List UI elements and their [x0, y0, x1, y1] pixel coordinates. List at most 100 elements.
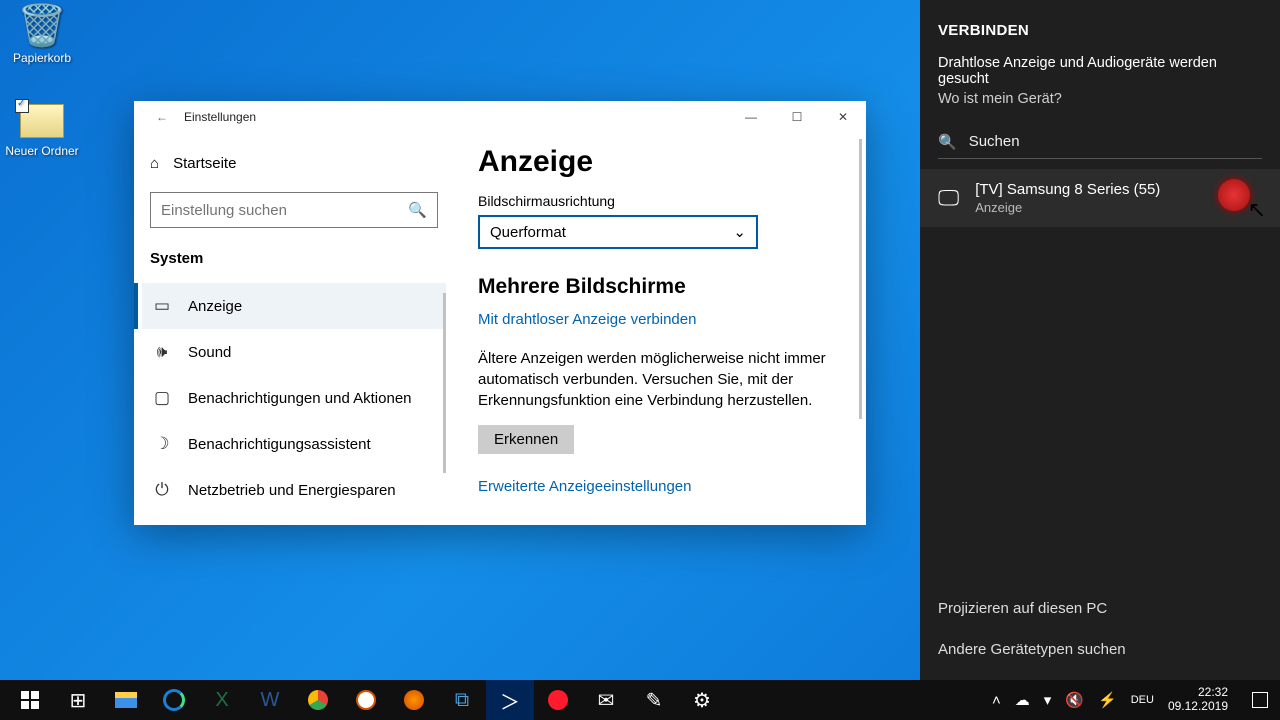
- power-icon: ⏻: [152, 480, 172, 500]
- chrome-icon: [308, 690, 328, 710]
- tray-overflow[interactable]: ˄: [992, 692, 1001, 709]
- search-input[interactable]: [161, 202, 408, 219]
- sidebar-item-notifications[interactable]: ▢ Benachrichtigungen und Aktionen: [142, 375, 446, 421]
- section-multiple-displays: Mehrere Bildschirme: [478, 275, 842, 299]
- content-scrollbar[interactable]: [859, 139, 862, 419]
- sidebar-item-display[interactable]: ▭ Anzeige: [142, 283, 446, 329]
- moon-icon: ☽: [152, 434, 172, 454]
- explorer-icon: [115, 692, 137, 708]
- sidebar-item-power[interactable]: ⏻ Netzbetrieb und Energiesparen: [142, 467, 446, 513]
- content-pane: Anzeige Bildschirmausrichtung Querformat…: [454, 133, 866, 525]
- edge-icon: [163, 689, 185, 711]
- sidebar-category: System: [150, 250, 438, 267]
- connect-status: Drahtlose Anzeige und Audiogeräte werden…: [938, 55, 1262, 87]
- close-button[interactable]: ✕: [820, 101, 866, 133]
- display-icon: ▭: [152, 296, 172, 316]
- label: Startseite: [173, 155, 236, 172]
- notes[interactable]: ✎: [630, 680, 678, 720]
- label: Anzeige: [188, 298, 242, 315]
- page-title: Anzeige: [478, 145, 842, 179]
- settings-search[interactable]: 🔍: [150, 192, 438, 228]
- search-icon: 🔍: [408, 201, 427, 219]
- taskbar-clock[interactable]: 22:32 09.12.2019: [1168, 686, 1228, 714]
- sidebar-item-focus-assist[interactable]: ☽ Benachrichtigungsassistent: [142, 421, 446, 467]
- firefox[interactable]: [390, 680, 438, 720]
- system-tray: ˄ ☁ ▾ 🔇 ⚡ DEU 22:32 09.12.2019: [992, 686, 1274, 714]
- tray-network-icon[interactable]: ⚡: [1098, 691, 1117, 709]
- sidebar-scrollbar[interactable]: [443, 293, 446, 473]
- app-blue[interactable]: ⧉: [438, 680, 486, 720]
- maximize-button[interactable]: ☐: [774, 101, 820, 133]
- app-icon: [356, 690, 376, 710]
- edge-browser[interactable]: [150, 680, 198, 720]
- orientation-label: Bildschirmausrichtung: [478, 193, 842, 209]
- home-icon: ⌂: [150, 155, 159, 172]
- sidebar-items: ▭ Anzeige 🕪 Sound ▢ Benachrichtigungen u…: [142, 283, 446, 513]
- tray-defender-icon[interactable]: ▾: [1044, 691, 1052, 709]
- detect-button[interactable]: Erkennen: [478, 425, 574, 454]
- sidebar-item-sound[interactable]: 🕪 Sound: [142, 329, 446, 375]
- tray-volume-icon[interactable]: 🔇: [1065, 691, 1084, 709]
- firefox-icon: [404, 690, 424, 710]
- label: Netzbetrieb und Energiesparen: [188, 482, 396, 499]
- description-text: Ältere Anzeigen werden möglicherweise ni…: [478, 348, 838, 411]
- action-center-button[interactable]: [1252, 692, 1268, 708]
- tv-icon: 🖵: [938, 185, 959, 211]
- start-button[interactable]: [6, 680, 54, 720]
- label: Sound: [188, 344, 231, 361]
- chrome[interactable]: [294, 680, 342, 720]
- tray-cloud-icon[interactable]: ☁: [1015, 691, 1030, 709]
- opera-icon: [548, 690, 568, 710]
- file-explorer[interactable]: [102, 680, 150, 720]
- device-search[interactable]: 🔍 Suchen: [938, 125, 1262, 159]
- trash-icon: 🗑️: [2, 2, 82, 49]
- speaker-icon: 🕪: [152, 342, 172, 362]
- recycle-bin[interactable]: 🗑️ Papierkorb: [2, 2, 82, 65]
- search-icon: 🔍: [938, 133, 957, 151]
- connect-wireless-link[interactable]: Mit drahtloser Anzeige verbinden: [478, 311, 696, 328]
- label: Benachrichtigungen und Aktionen: [188, 390, 412, 407]
- clock-time: 22:32: [1168, 686, 1228, 700]
- opera[interactable]: [534, 680, 582, 720]
- titlebar[interactable]: ← Einstellungen — ☐ ✕: [134, 101, 866, 133]
- device-type: Anzeige: [975, 200, 1160, 215]
- mail[interactable]: ✉: [582, 680, 630, 720]
- chevron-down-icon: ⌄: [733, 223, 746, 241]
- minimize-button[interactable]: —: [728, 101, 774, 133]
- excel[interactable]: X: [198, 680, 246, 720]
- connect-title: VERBINDEN: [938, 22, 1262, 39]
- project-this-pc[interactable]: Projizieren auf diesen PC: [938, 588, 1262, 629]
- settings-taskbar[interactable]: ⚙: [678, 680, 726, 720]
- device-name: [TV] Samsung 8 Series (55): [975, 181, 1160, 198]
- clock-date: 09.12.2019: [1168, 700, 1228, 714]
- taskbar: ⊞ X W ⧉ ＞ ✉ ✎ ⚙ ˄ ☁ ▾ 🔇 ⚡ DEU 22:32 09.1…: [0, 680, 1280, 720]
- new-folder[interactable]: Neuer Ordner: [2, 100, 82, 158]
- powershell[interactable]: ＞: [486, 680, 534, 720]
- app-orange[interactable]: [342, 680, 390, 720]
- active-indicator: [134, 283, 138, 329]
- home-button[interactable]: ⌂ Startseite: [142, 149, 446, 178]
- label: Papierkorb: [13, 51, 71, 65]
- settings-window: ← Einstellungen — ☐ ✕ ⌂ Startseite 🔍 Sys…: [134, 101, 866, 525]
- device-item-tv[interactable]: 🖵 [TV] Samsung 8 Series (55) Anzeige ↖: [920, 169, 1280, 227]
- label: Benachrichtigungsassistent: [188, 436, 371, 453]
- window-title: Einstellungen: [178, 110, 256, 124]
- folder-icon: [20, 104, 64, 138]
- label: Neuer Ordner: [5, 144, 78, 158]
- word[interactable]: W: [246, 680, 294, 720]
- cursor-icon: ↖: [1248, 197, 1266, 223]
- task-view-button[interactable]: ⊞: [54, 680, 102, 720]
- where-is-device-link[interactable]: Wo ist mein Gerät?: [938, 91, 1262, 107]
- windows-icon: [21, 691, 39, 709]
- search-placeholder: Suchen: [969, 133, 1020, 150]
- find-other-devices[interactable]: Andere Gerätetypen suchen: [938, 629, 1262, 670]
- bell-icon: ▢: [152, 388, 172, 408]
- connect-panel: VERBINDEN Drahtlose Anzeige und Audioger…: [920, 0, 1280, 680]
- dropdown-value: Querformat: [490, 224, 566, 241]
- click-indicator: [1218, 179, 1250, 211]
- back-button[interactable]: ←: [146, 110, 178, 124]
- orientation-dropdown[interactable]: Querformat ⌄: [478, 215, 758, 249]
- advanced-display-link[interactable]: Erweiterte Anzeigeeinstellungen: [478, 478, 842, 495]
- tray-language[interactable]: DEU: [1131, 694, 1154, 706]
- sidebar: ⌂ Startseite 🔍 System ▭ Anzeige 🕪 Sound: [134, 133, 454, 525]
